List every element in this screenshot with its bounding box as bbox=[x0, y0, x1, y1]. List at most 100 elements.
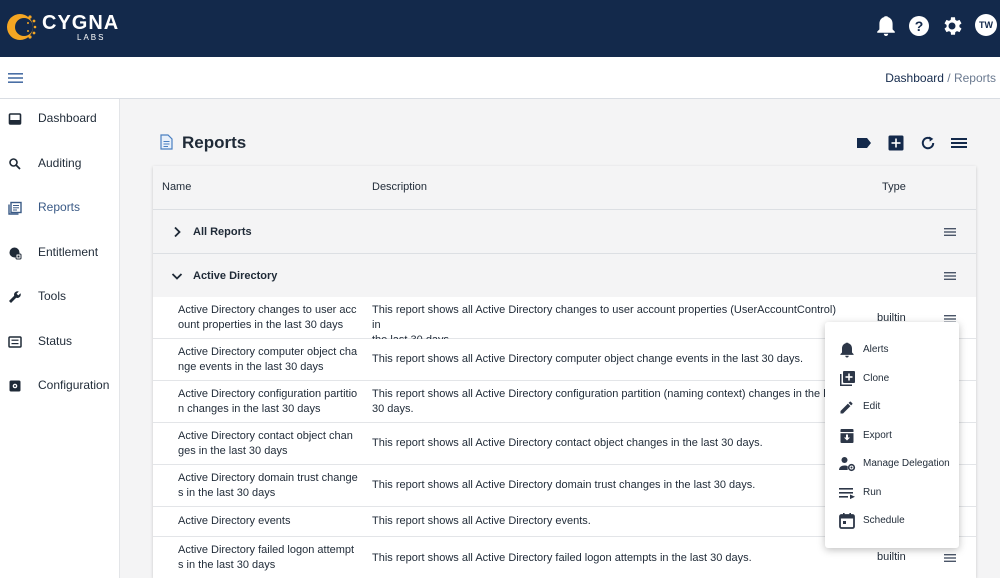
report-name-line: Active Directory contact object chan bbox=[178, 430, 353, 442]
table-header: Name Description Type bbox=[153, 166, 976, 210]
sidebar-item-tools[interactable]: Tools bbox=[0, 283, 120, 311]
breadcrumb-dashboard[interactable]: Dashboard bbox=[885, 71, 944, 85]
breadcrumb-reports: Reports bbox=[953, 71, 996, 85]
menu-item-label: Manage Delegation bbox=[863, 458, 950, 469]
help-icon[interactable]: ? bbox=[907, 14, 931, 38]
report-name-line: ges in the last 30 days bbox=[178, 445, 288, 457]
menu-item-label: Clone bbox=[863, 373, 890, 384]
user-avatar[interactable]: TW bbox=[975, 14, 997, 36]
sidebar-item-label: Entitlement bbox=[38, 245, 99, 259]
document-icon bbox=[160, 134, 173, 150]
sidebar-item-label: Tools bbox=[38, 289, 67, 303]
wrench-icon bbox=[9, 291, 21, 303]
calendar-icon bbox=[839, 513, 855, 529]
report-description-line: This report shows all Active Directory f… bbox=[372, 552, 752, 564]
sidebar-item-label: Status bbox=[38, 334, 73, 348]
menu-item-schedule[interactable]: Schedule bbox=[825, 508, 959, 534]
report-description-line: This report shows all Active Directory c… bbox=[372, 388, 832, 400]
tag-icon[interactable] bbox=[855, 134, 873, 152]
sidebar-item-auditing[interactable]: Auditing bbox=[0, 150, 120, 178]
report-name-line: s in the last 30 days bbox=[178, 559, 276, 571]
menu-item-label: Schedule bbox=[863, 515, 905, 526]
chevron-right-icon[interactable] bbox=[170, 225, 184, 239]
configuration-icon bbox=[9, 380, 21, 392]
top-header: CYGNA LABS ? TW bbox=[0, 0, 1000, 57]
logo-mark-icon bbox=[7, 14, 37, 40]
add-icon[interactable] bbox=[887, 134, 905, 152]
bell-icon[interactable] bbox=[874, 14, 898, 38]
report-name: Active Directory computer object cha nge… bbox=[178, 345, 358, 375]
group-row-all-reports[interactable]: All Reports bbox=[153, 210, 976, 254]
svg-text:?: ? bbox=[915, 18, 924, 34]
inbox-icon bbox=[8, 113, 22, 125]
report-name-line: Active Directory failed logon attempt bbox=[178, 544, 355, 556]
report-name-line: s in the last 30 days bbox=[178, 487, 276, 499]
report-name-line: Active Directory changes to user acc bbox=[178, 304, 357, 316]
delegation-icon bbox=[839, 457, 856, 472]
report-name: Active Directory events bbox=[178, 514, 358, 529]
brand-sub: LABS bbox=[77, 33, 106, 42]
export-icon bbox=[840, 429, 854, 443]
run-icon bbox=[839, 488, 855, 500]
column-header-description[interactable]: Description bbox=[372, 181, 427, 193]
report-description-line: This report shows all Active Directory d… bbox=[372, 479, 756, 491]
group-label: Active Directory bbox=[193, 270, 278, 282]
menu-item-label: Run bbox=[863, 487, 882, 498]
menu-item-alerts[interactable]: Alerts bbox=[825, 337, 959, 363]
sidebar-item-label: Configuration bbox=[38, 378, 110, 392]
report-name: Active Directory configuration partitio … bbox=[178, 387, 358, 417]
report-name-line: Active Directory domain trust change bbox=[178, 472, 358, 484]
report-description: This report shows all Active Directory c… bbox=[372, 436, 842, 451]
status-icon bbox=[8, 336, 22, 348]
report-name-line: Active Directory computer object cha bbox=[178, 346, 358, 358]
group-label: All Reports bbox=[193, 226, 252, 238]
report-description: This report shows all Active Directory c… bbox=[372, 352, 842, 367]
report-name: Active Directory contact object chan ges… bbox=[178, 429, 358, 459]
sidebar: Dashboard Auditing Reports Entitlement T… bbox=[0, 99, 120, 578]
menu-item-label: Alerts bbox=[863, 344, 889, 355]
column-header-type[interactable]: Type bbox=[882, 181, 906, 193]
sidebar-item-configuration[interactable]: Configuration bbox=[0, 372, 120, 400]
report-type: builtin bbox=[877, 551, 906, 563]
menu-item-edit[interactable]: Edit bbox=[825, 394, 959, 420]
menu-item-export[interactable]: Export bbox=[825, 423, 959, 449]
menu-item-label: Edit bbox=[863, 401, 881, 412]
report-name: Active Directory changes to user acc oun… bbox=[178, 303, 358, 333]
report-description-line: This report shows all Active Directory c… bbox=[372, 353, 804, 365]
report-description: This report shows all Active Directory e… bbox=[372, 514, 842, 529]
chevron-down-icon[interactable] bbox=[170, 269, 184, 283]
gear-icon[interactable] bbox=[940, 14, 964, 38]
sidebar-item-entitlement[interactable]: Entitlement bbox=[0, 239, 120, 267]
group-row-active-directory[interactable]: Active Directory bbox=[153, 254, 976, 298]
hamburger-menu-icon[interactable] bbox=[8, 70, 24, 86]
menu-item-label: Export bbox=[863, 430, 892, 441]
column-header-name[interactable]: Name bbox=[162, 181, 191, 193]
menu-item-clone[interactable]: Clone bbox=[825, 366, 959, 392]
sub-header: Dashboard / Reports bbox=[0, 57, 1000, 99]
row-menu-icon[interactable] bbox=[943, 225, 957, 239]
page-title: Reports bbox=[182, 133, 247, 152]
sidebar-item-reports[interactable]: Reports bbox=[0, 194, 120, 222]
row-context-menu: Alerts Clone Edit Export Manage Delegati… bbox=[825, 322, 959, 548]
cygna-logo[interactable]: CYGNA LABS bbox=[4, 7, 124, 47]
entitlement-icon bbox=[9, 247, 22, 260]
pencil-icon bbox=[840, 401, 853, 414]
sidebar-item-status[interactable]: Status bbox=[0, 328, 120, 356]
report-description: This report shows all Active Directory d… bbox=[372, 478, 842, 493]
menu-item-run[interactable]: Run bbox=[825, 480, 959, 506]
reports-icon bbox=[8, 201, 22, 215]
menu-item-manage-delegation[interactable]: Manage Delegation bbox=[825, 451, 959, 477]
bell-icon bbox=[840, 342, 854, 358]
report-name-line: Active Directory configuration partitio bbox=[178, 388, 358, 400]
report-name-line: n changes in the last 30 days bbox=[178, 403, 321, 415]
report-name-line: Active Directory events bbox=[178, 515, 291, 527]
row-menu-icon[interactable] bbox=[943, 551, 957, 565]
refresh-icon[interactable] bbox=[919, 134, 937, 152]
report-name: Active Directory failed logon attempt s … bbox=[178, 543, 358, 573]
breadcrumb: Dashboard / Reports bbox=[885, 71, 996, 85]
menu-icon[interactable] bbox=[950, 134, 968, 152]
row-menu-icon[interactable] bbox=[943, 269, 957, 283]
report-description-line: This report shows all Active Directory e… bbox=[372, 515, 591, 527]
sidebar-item-dashboard[interactable]: Dashboard bbox=[0, 105, 120, 133]
report-name-line: ount properties in the last 30 days bbox=[178, 319, 344, 331]
